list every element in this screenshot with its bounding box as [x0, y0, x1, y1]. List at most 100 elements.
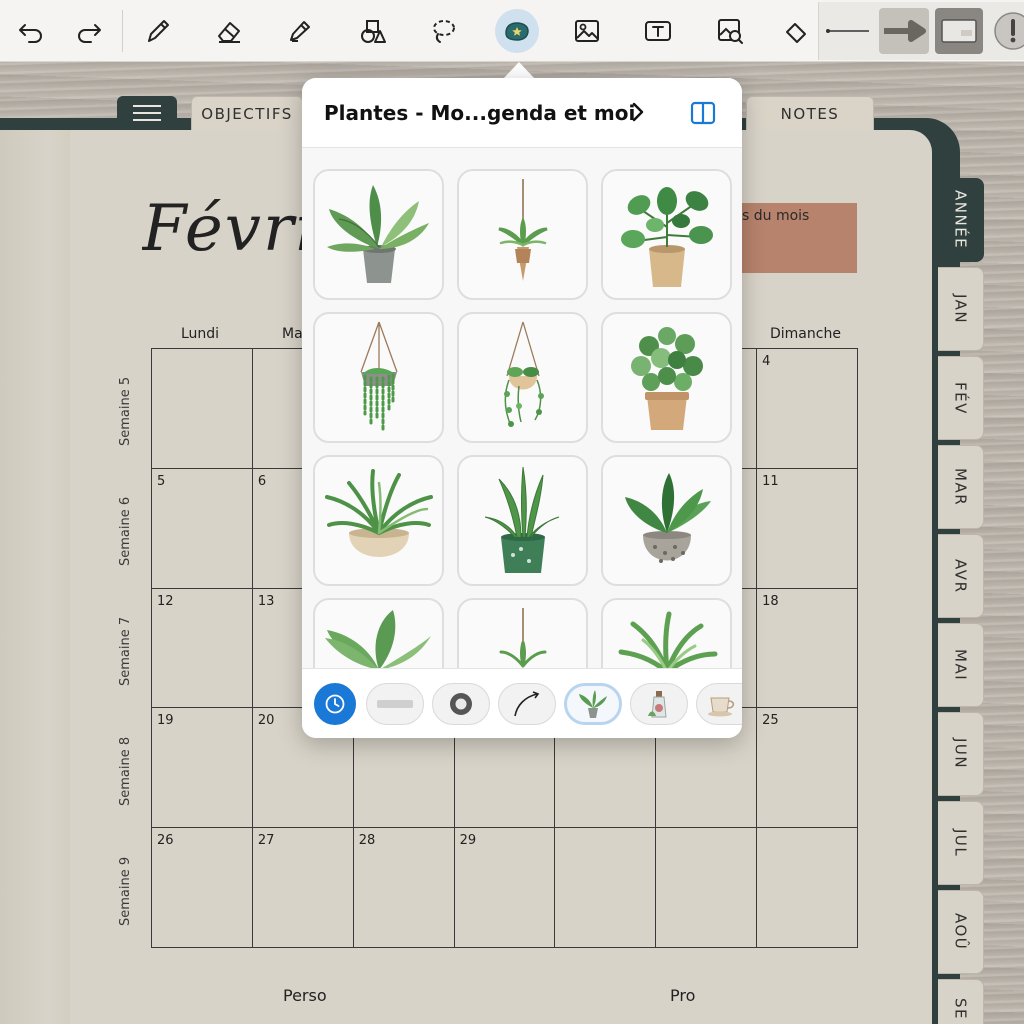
side-tab-jul[interactable]: JUL [938, 801, 984, 885]
side-tab-sep[interactable]: SE [938, 979, 984, 1024]
hanging-plant-sticker[interactable] [457, 169, 588, 300]
tab-label: NOTES [780, 104, 840, 123]
arrow-icon[interactable] [498, 683, 556, 725]
pen-icon[interactable] [137, 10, 179, 52]
side-tab-jun[interactable]: JUN [938, 712, 984, 796]
bottle-icon[interactable] [630, 683, 688, 725]
side-tab-mar[interactable]: MAR [938, 445, 984, 529]
calendar-day-cell[interactable] [555, 828, 657, 948]
hanging-ivy-sticker[interactable] [457, 312, 588, 443]
sticker-categories-bar [302, 668, 742, 738]
tab-objectifs[interactable]: OBJECTIFS [191, 96, 303, 130]
day-number: 12 [157, 593, 174, 609]
week-label: Semaine 6 [118, 496, 133, 566]
day-number: 25 [762, 713, 779, 729]
washi-tape-icon[interactable] [366, 683, 424, 725]
calendar-day-cell[interactable]: 12 [152, 588, 253, 709]
side-tab-label: ANNÉE [951, 190, 970, 250]
calendar-day-cell[interactable]: 4 [757, 349, 858, 469]
hamburger-icon [133, 112, 161, 114]
undo-icon[interactable] [10, 10, 52, 52]
grass-plant-sticker[interactable] [601, 598, 732, 669]
day-number: 18 [762, 593, 779, 609]
chevron-right-icon[interactable] [630, 100, 646, 124]
card-shape-icon[interactable] [935, 8, 983, 54]
calendar-day-cell[interactable] [656, 828, 758, 948]
alert-icon[interactable] [989, 8, 1024, 54]
hanging-string-plant-sticker[interactable] [313, 312, 444, 443]
ruler-icon[interactable] [772, 10, 812, 52]
calendar-day-cell[interactable]: 27 [252, 828, 354, 948]
spider-plant-sticker[interactable] [313, 455, 444, 586]
month-priorities-box: s du mois [736, 203, 857, 273]
side-tab-avr[interactable]: AVR [938, 534, 984, 618]
day-number: 28 [358, 833, 376, 849]
snake-plant-sticker[interactable] [457, 455, 588, 586]
shapes-icon[interactable] [352, 10, 394, 52]
day-number: 5 [157, 473, 166, 489]
calendar-day-cell[interactable]: 18 [757, 588, 858, 709]
tab-label: OBJECTIFS [201, 104, 293, 123]
side-tab-label: JAN [951, 293, 970, 325]
day-number: 6 [257, 473, 267, 489]
text-icon[interactable] [637, 10, 679, 52]
side-tab-annee[interactable]: ANNÉE [938, 178, 984, 262]
side-tab-fev[interactable]: FÉV [938, 356, 984, 440]
calendar-day-cell[interactable] [757, 828, 858, 948]
tab-notes[interactable]: NOTES [746, 96, 874, 130]
side-tab-aou[interactable]: AOÛ [938, 890, 984, 974]
toolbar [0, 0, 1024, 62]
potted-pilea-sticker[interactable] [601, 312, 732, 443]
image-search-icon[interactable] [709, 10, 751, 52]
day-header-monday: Lundi [181, 326, 220, 342]
side-tab-label: MAR [951, 467, 970, 507]
eraser-icon[interactable] [208, 10, 250, 52]
day-number: 27 [257, 833, 275, 849]
calendar-day-cell[interactable] [152, 349, 253, 469]
potted-fiddle-sticker[interactable] [601, 455, 732, 586]
hanging-small-plant-sticker[interactable] [457, 598, 588, 669]
calendar-day-cell[interactable]: 26 [152, 828, 253, 948]
side-tab-jan[interactable]: JAN [938, 267, 984, 351]
side-tab-mai[interactable]: MAI [938, 623, 984, 707]
redo-icon[interactable] [68, 10, 110, 52]
sticker-pack-title[interactable]: Plantes - Mo...genda et moi [324, 101, 635, 125]
week-label: Semaine 9 [118, 856, 133, 926]
calendar-day-cell[interactable]: 28 [353, 828, 455, 948]
calendar-day-cell[interactable]: 11 [757, 468, 858, 589]
day-number: 20 [257, 713, 275, 729]
footer-perso: Perso [283, 986, 327, 1005]
calendar-day-cell[interactable]: 29 [454, 828, 556, 948]
split-view-icon[interactable] [690, 101, 716, 125]
tape-roll-icon[interactable] [432, 683, 490, 725]
day-header-sunday: Dimanche [770, 326, 841, 342]
sticker-icon[interactable] [495, 9, 539, 53]
lasso-icon[interactable] [422, 10, 464, 52]
calendar-day-cell[interactable]: 5 [152, 468, 253, 589]
popover-header: Plantes - Mo...genda et moi [302, 78, 742, 148]
popover-arrow [503, 62, 535, 79]
thin-line-icon[interactable] [823, 8, 873, 54]
side-tab-label: JUN [951, 738, 970, 770]
side-tab-label: AVR [951, 558, 970, 594]
potted-pothos-sticker[interactable] [601, 169, 732, 300]
day-number: 4 [762, 354, 771, 369]
month-title: Févri [142, 192, 302, 266]
day-header-tuesday: Ma [282, 326, 302, 342]
thick-arrow-icon[interactable] [879, 8, 929, 54]
day-number: 13 [257, 593, 275, 609]
week-label: Semaine 5 [118, 376, 133, 446]
side-tab-label: AOÛ [951, 913, 970, 951]
calendar-day-cell[interactable]: 25 [757, 708, 858, 829]
quick-tools-panel [818, 2, 1024, 60]
menu-tab[interactable] [117, 96, 177, 130]
recent-icon[interactable] [314, 683, 356, 725]
calendar-day-cell[interactable]: 19 [152, 708, 253, 829]
potted-plant-sticker[interactable] [313, 169, 444, 300]
day-number: 26 [157, 833, 174, 849]
coffee-cup-icon[interactable] [696, 683, 742, 725]
highlighter-icon[interactable] [278, 10, 320, 52]
plant-icon[interactable] [564, 683, 622, 725]
image-icon[interactable] [566, 10, 608, 52]
leafy-plant-sticker[interactable] [313, 598, 444, 669]
